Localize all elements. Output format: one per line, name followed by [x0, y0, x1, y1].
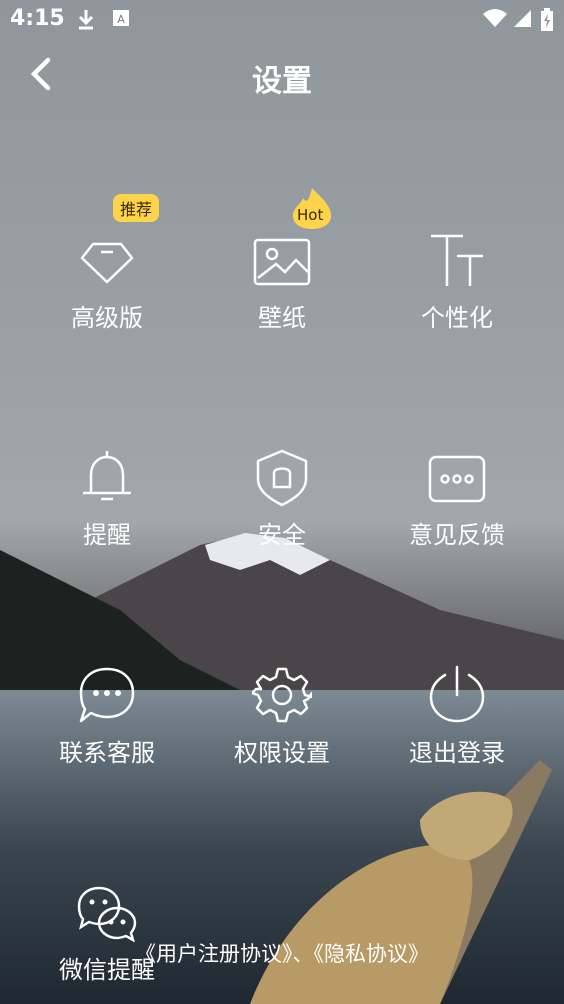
wifi-icon [483, 9, 507, 27]
permission-label: 权限设置 [234, 739, 330, 767]
signal-icon [514, 10, 531, 27]
wechat-reminder-item[interactable]: 微信提醒 [12, 862, 202, 992]
status-time: 4:15 [10, 6, 65, 31]
feedback-icon [428, 455, 486, 503]
bell-icon [83, 451, 131, 501]
personalize-label: 个性化 [421, 304, 493, 332]
personalize-item[interactable]: 个性化 [362, 210, 552, 340]
power-icon [429, 665, 485, 723]
feedback-item[interactable]: 意见反馈 [362, 427, 552, 557]
shield-icon [256, 449, 308, 507]
page-title: 设置 [252, 64, 312, 99]
chat-icon [79, 667, 135, 723]
reminder-item[interactable]: 提醒 [12, 427, 202, 557]
security-label: 安全 [258, 521, 306, 549]
hot-badge-text: Hot [297, 206, 324, 224]
feedback-label: 意见反馈 [409, 521, 505, 549]
wallpaper-label: 壁纸 [258, 304, 306, 332]
agreement-links[interactable]: 《用户注册协议》、《隐私协议》 [0, 938, 564, 968]
svg-text:A: A [117, 13, 125, 26]
text-style-icon [431, 234, 483, 286]
reminder-label: 提醒 [83, 521, 131, 549]
wallpaper-item[interactable]: 壁纸 Hot [187, 188, 377, 340]
header: 设置 [0, 48, 564, 104]
wallpaper-icon [253, 238, 311, 286]
diamond-icon [80, 242, 134, 284]
app-notification-icon: A [113, 10, 129, 26]
logout-label: 退出登录 [409, 739, 505, 767]
battery-icon [541, 8, 553, 31]
logout-item[interactable]: 退出登录 [362, 645, 552, 775]
wechat-icon [77, 886, 137, 942]
download-icon [78, 10, 94, 30]
status-bar: 4:15 A [0, 0, 564, 40]
permission-item[interactable]: 权限设置 [187, 645, 377, 775]
customer-service-label: 联系客服 [59, 739, 155, 767]
premium-label: 高级版 [71, 304, 143, 332]
recommend-badge: 推荐 [113, 194, 160, 222]
customer-service-item[interactable]: 联系客服 [12, 645, 202, 775]
premium-item[interactable]: 高级版 推荐 [12, 194, 202, 340]
security-item[interactable]: 安全 [187, 427, 377, 557]
gear-icon [252, 667, 312, 723]
